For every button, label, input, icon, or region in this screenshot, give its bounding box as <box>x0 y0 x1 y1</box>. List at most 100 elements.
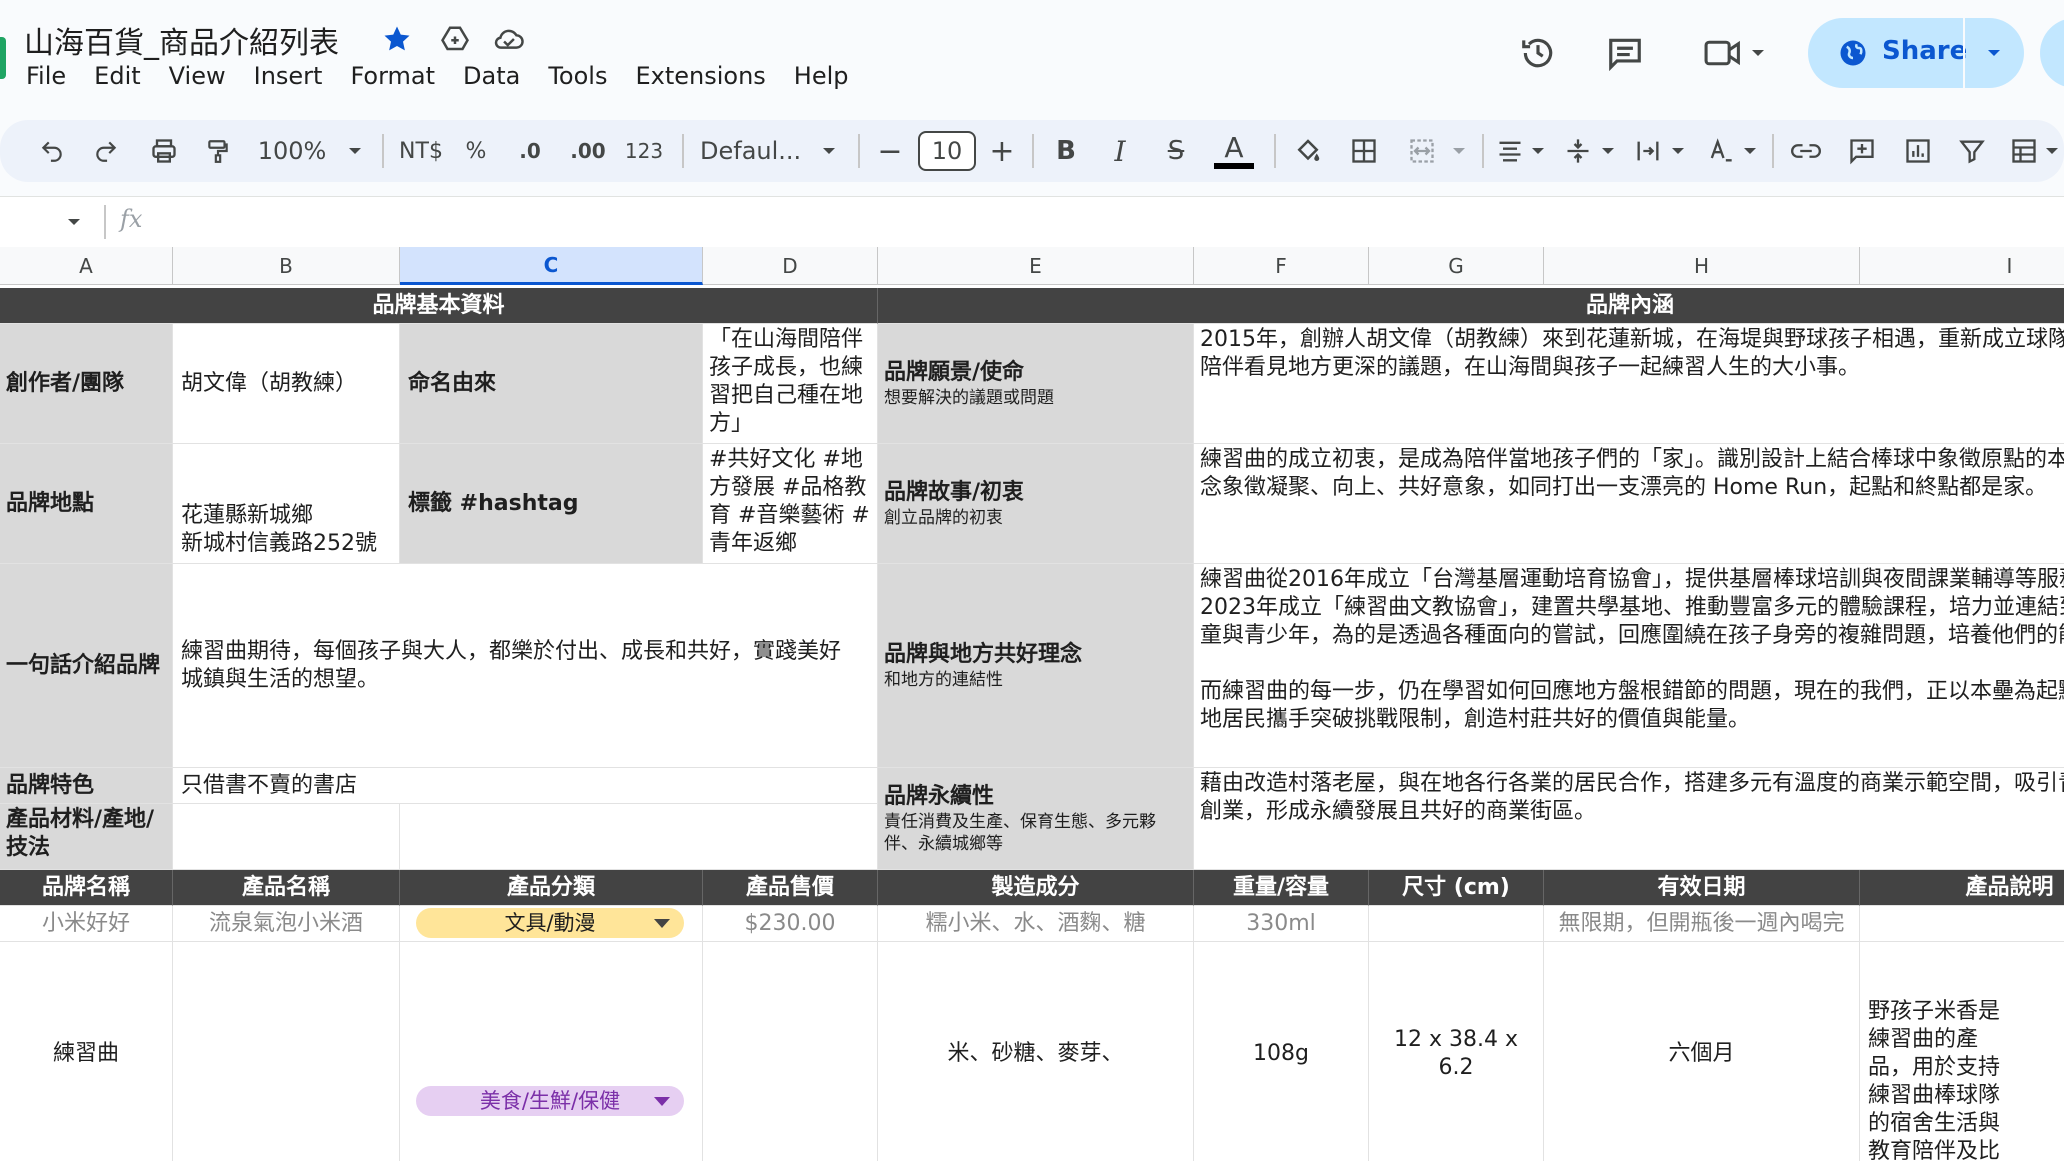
insert-link-icon[interactable] <box>1786 128 1826 174</box>
product-1-category-cell[interactable]: 文具/動漫 <box>400 906 703 942</box>
menu-data[interactable]: Data <box>463 62 520 90</box>
menu-format[interactable]: Format <box>350 62 435 90</box>
feature-label[interactable]: 品牌特色 <box>0 768 173 804</box>
column-header-h[interactable]: H <box>1544 247 1860 285</box>
naming-label[interactable]: 命名由來 <box>400 324 703 444</box>
column-header-a[interactable]: A <box>0 247 173 285</box>
table-icon[interactable] <box>2004 128 2044 174</box>
product-header-price[interactable]: 產品售價 <box>703 870 878 906</box>
version-history-icon[interactable] <box>1515 30 1561 76</box>
material-value[interactable] <box>173 804 400 870</box>
creator-value[interactable]: 胡文偉（胡教練） <box>173 324 400 444</box>
zoom-select[interactable]: 100% <box>258 128 327 174</box>
wrap-dropdown-icon[interactable] <box>1666 128 1690 174</box>
menu-insert[interactable]: Insert <box>254 62 323 90</box>
product-2-ingredients[interactable]: 米、砂糖、麥芽、 <box>878 942 1194 1161</box>
horizontal-align-icon[interactable] <box>1490 128 1530 174</box>
font-dropdown-icon[interactable] <box>814 128 844 174</box>
product-2-expiry[interactable]: 六個月 <box>1544 942 1860 1161</box>
text-wrapping-icon[interactable] <box>1630 128 1666 174</box>
column-header-f[interactable]: F <box>1194 247 1369 285</box>
share-dropdown-icon[interactable] <box>1986 48 2002 58</box>
document-title[interactable]: 山海百貨_商品介紹列表 <box>24 18 339 62</box>
font-select[interactable]: Defaul... <box>700 128 810 174</box>
hashtag-label[interactable]: 標籤 #hashtag <box>400 444 703 564</box>
story-label[interactable]: 品牌故事/初衷 創立品牌的初衷 <box>878 444 1194 564</box>
text-color-button[interactable]: A <box>1212 128 1256 174</box>
product-1-brand[interactable]: 小米好好 <box>0 906 173 942</box>
print-icon[interactable] <box>144 128 184 174</box>
star-icon[interactable] <box>380 22 414 56</box>
section-header-inner[interactable]: 品牌內涵 <box>878 288 2064 324</box>
product-header-category[interactable]: 產品分類 <box>400 870 703 906</box>
creator-label[interactable]: 創作者/團隊 <box>0 324 173 444</box>
merge-dropdown-icon[interactable] <box>1446 128 1472 174</box>
product-2-price[interactable] <box>703 942 878 1161</box>
local-label[interactable]: 品牌與地方共好理念 和地方的連結性 <box>878 564 1194 768</box>
hashtag-value[interactable]: #共好文化 #地方發展 #品格教育 #音樂藝術 #青年返鄉 <box>703 444 878 564</box>
increase-font-size-button[interactable]: + <box>986 128 1018 174</box>
decrease-font-size-button[interactable]: − <box>874 128 906 174</box>
comments-icon[interactable] <box>1602 30 1648 76</box>
fill-color-icon[interactable] <box>1288 128 1328 174</box>
filter-icon[interactable] <box>1952 128 1992 174</box>
insert-chart-icon[interactable] <box>1898 128 1938 174</box>
sustain-label[interactable]: 品牌永續性 責任消費及生產、保育生態、多元夥伴、永續城鄉等 <box>878 768 1194 870</box>
column-header-i[interactable]: I <box>1860 247 2064 285</box>
percent-format-button[interactable]: % <box>462 128 490 174</box>
product-1-size[interactable] <box>1369 906 1544 942</box>
column-header-e[interactable]: E <box>878 247 1194 285</box>
sustain-value[interactable]: 藉由改造村落老屋，與在地各行各業的居民合作，搭建多元有溫度的商業示範空間，吸引青… <box>1194 768 2064 870</box>
rotation-dropdown-icon[interactable] <box>1738 128 1762 174</box>
menu-extensions[interactable]: Extensions <box>635 62 765 90</box>
vertical-align-icon[interactable] <box>1560 128 1596 174</box>
empty-cell[interactable] <box>400 804 878 870</box>
share-button[interactable]: Share <box>1808 18 2024 88</box>
name-box-dropdown-icon[interactable] <box>66 217 82 227</box>
cloud-status-icon[interactable] <box>492 22 526 56</box>
borders-icon[interactable] <box>1344 128 1384 174</box>
merge-cells-icon[interactable] <box>1402 128 1442 174</box>
decrease-decimal-button[interactable]: .0 <box>512 128 548 174</box>
product-2-size[interactable]: 12 x 38.4 x 6.2 <box>1369 942 1544 1161</box>
product-header-size[interactable]: 尺寸 (cm) <box>1369 870 1544 906</box>
table-dropdown-icon[interactable] <box>2040 128 2064 174</box>
product-2-category-cell[interactable]: 美食/生鮮/保健 <box>400 942 703 1161</box>
product-2-category-chip[interactable]: 美食/生鮮/保健 <box>416 1086 684 1116</box>
product-2-weight[interactable]: 108g <box>1194 942 1369 1161</box>
italic-button[interactable]: I <box>1104 128 1136 174</box>
column-header-g[interactable]: G <box>1369 247 1544 285</box>
location-value[interactable]: 花蓮縣新城鄉 新城村信義路252號 <box>173 444 400 564</box>
local-value[interactable]: 練習曲從2016年成立「台灣基層運動培育協會」，提供基層棒球培訓與夜間課業輔導等… <box>1194 564 2064 768</box>
product-header-ingredients[interactable]: 製造成分 <box>878 870 1194 906</box>
product-1-price[interactable]: $230.00 <box>703 906 878 942</box>
redo-icon[interactable] <box>88 128 124 174</box>
currency-format-button[interactable]: NT$ <box>396 128 446 174</box>
product-1-weight[interactable]: 330ml <box>1194 906 1369 942</box>
halign-dropdown-icon[interactable] <box>1526 128 1550 174</box>
product-1-ingredients[interactable]: 糯小米、水、酒麴、糖 <box>878 906 1194 942</box>
section-header-basic[interactable]: 品牌基本資料 <box>0 288 878 324</box>
undo-icon[interactable] <box>34 128 70 174</box>
intro-label[interactable]: 一句話介紹品牌 <box>0 564 173 768</box>
meet-dropdown-icon[interactable] <box>1738 30 1778 76</box>
valign-dropdown-icon[interactable] <box>1596 128 1620 174</box>
move-to-drive-icon[interactable] <box>438 22 472 56</box>
increase-decimal-button[interactable]: .00 <box>568 128 608 174</box>
account-avatar[interactable] <box>2040 18 2064 88</box>
product-header-expiry[interactable]: 有效日期 <box>1544 870 1860 906</box>
menu-file[interactable]: File <box>26 62 66 90</box>
font-size-input[interactable]: 10 <box>918 131 976 171</box>
product-2-brand[interactable]: 練習曲 <box>0 942 173 1161</box>
product-1-name[interactable]: 流泉氣泡小米酒 <box>173 906 400 942</box>
paint-format-icon[interactable] <box>200 128 236 174</box>
insert-comment-icon[interactable] <box>1842 128 1882 174</box>
more-formats-button[interactable]: 123 <box>624 128 664 174</box>
product-header-description[interactable]: 產品說明 <box>1860 870 2064 906</box>
menu-help[interactable]: Help <box>794 62 849 90</box>
text-rotation-icon[interactable] <box>1702 128 1738 174</box>
menu-edit[interactable]: Edit <box>94 62 140 90</box>
vision-value[interactable]: 2015年，創辦人胡文偉（胡教練）來到花蓮新城，在海堤與野球孩子相遇，重新成立球… <box>1194 324 2064 444</box>
bold-button[interactable]: B <box>1050 128 1082 174</box>
product-header-brand[interactable]: 品牌名稱 <box>0 870 173 906</box>
